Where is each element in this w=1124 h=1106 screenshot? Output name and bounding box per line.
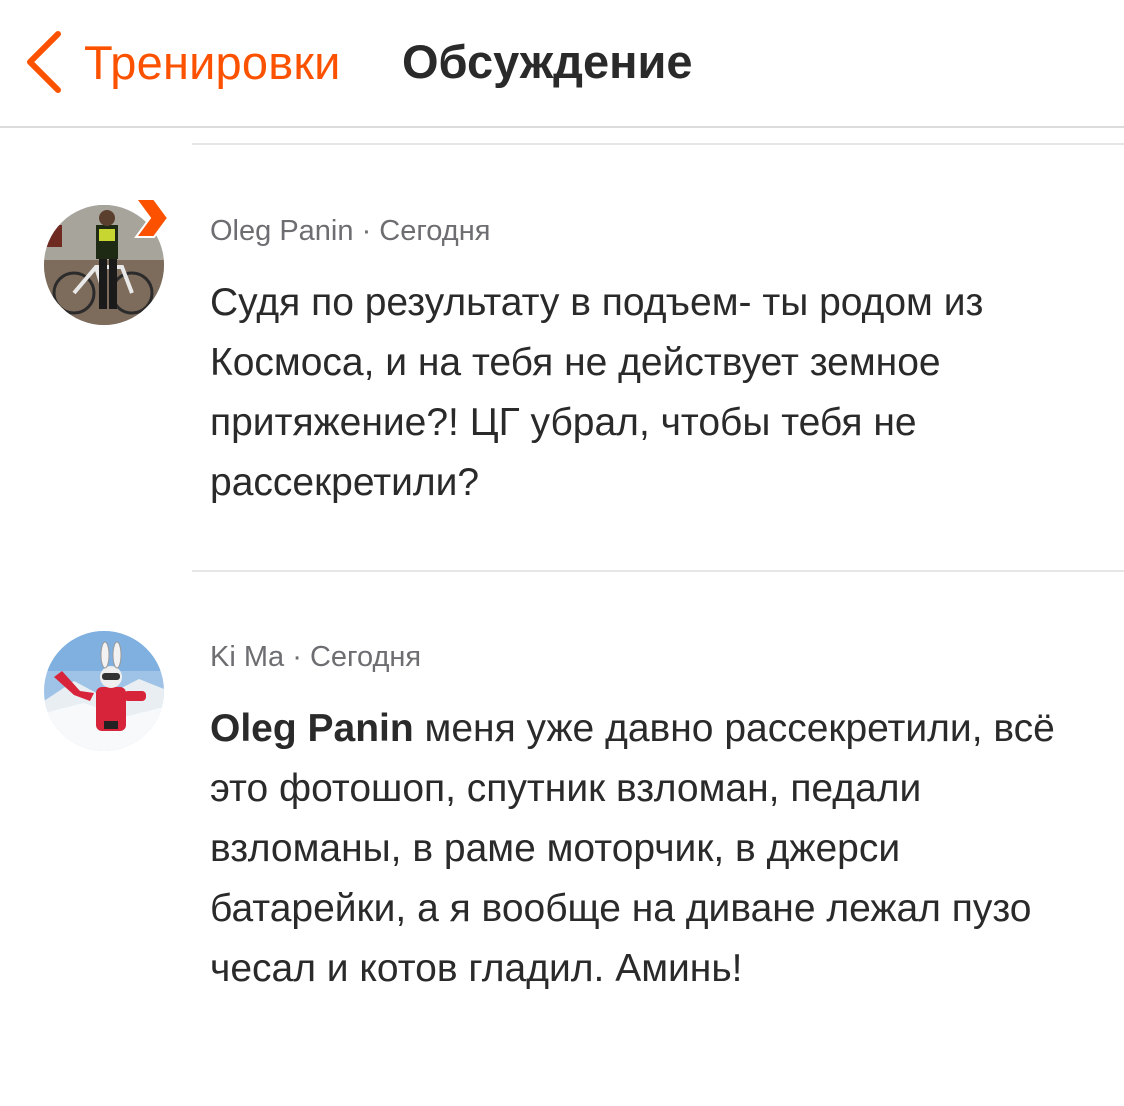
chevron-left-icon (27, 31, 61, 93)
mention-link[interactable]: Oleg Panin (210, 707, 414, 750)
comment-meta: Ki Ma · Сегодня (210, 641, 421, 674)
comment-meta: Oleg Panin · Сегодня (210, 215, 490, 248)
author-avatar[interactable] (44, 631, 164, 751)
comment-author[interactable]: Ki Ma (210, 641, 284, 673)
meta-separator: · (361, 215, 372, 247)
comment-text: Судя по результату в подъем- ты родом из… (210, 281, 984, 504)
back-button[interactable]: Тренировки (22, 26, 341, 98)
comment-text: Oleg Panin меня уже давно рассекретили, … (210, 699, 1090, 999)
navigation-bar: Тренировки Обсуждение (0, 0, 1124, 128)
comment-time: Сегодня (379, 215, 491, 247)
meta-separator: · (292, 641, 302, 673)
subscriber-badge-icon (134, 198, 170, 238)
page-title: Обсуждение (402, 35, 693, 88)
back-button-label: Тренировки (84, 35, 341, 89)
skier-photo-avatar (44, 631, 164, 751)
comment-author[interactable]: Oleg Panin (210, 215, 354, 247)
comment-time: Сегодня (309, 641, 422, 673)
comment-item: Oleg Panin · Сегодня Судя по результату … (0, 145, 1124, 569)
comment-item: Ki Ma · Сегодня Oleg Panin меня уже давн… (0, 572, 1124, 1106)
